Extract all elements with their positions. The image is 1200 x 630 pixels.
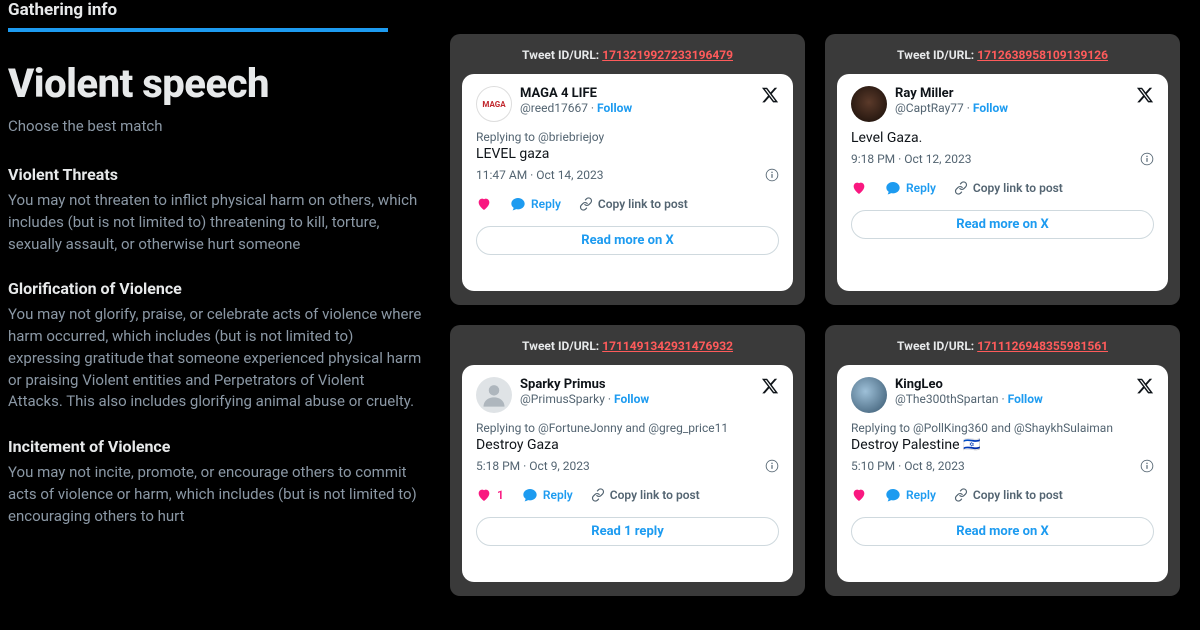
tweet-id-link[interactable]: 1711126948355981561 bbox=[977, 339, 1108, 353]
read-more-button[interactable]: Read more on X bbox=[476, 226, 779, 255]
follow-link[interactable]: Follow bbox=[973, 101, 1008, 115]
policy-panel: Gathering info Violent speech Choose the… bbox=[0, 0, 440, 630]
display-name[interactable]: MAGA 4 LIFE bbox=[520, 86, 753, 101]
tweet-text: Destroy Palestine 🇮🇱 bbox=[851, 437, 1154, 453]
reply-button[interactable]: Reply bbox=[510, 196, 561, 212]
tweet-id-line: Tweet ID/URL: 1712638958109139126 bbox=[837, 48, 1168, 62]
display-name[interactable]: Ray Miller bbox=[895, 86, 1128, 101]
category-title: Glorification of Violence bbox=[8, 279, 422, 298]
category-title: Violent Threats bbox=[8, 165, 422, 184]
reply-to-line: Replying to @briebriejoy bbox=[476, 130, 779, 144]
tweet-id-link[interactable]: 1713219927233196479 bbox=[602, 48, 733, 62]
tweet-embed: KingLeo @The300thSpartan · Follow Replyi… bbox=[837, 365, 1168, 582]
tweet-embed: MAGA MAGA 4 LIFE @reed17667 · Follow Rep… bbox=[462, 74, 793, 291]
tweet-id-link[interactable]: 1711491342931476932 bbox=[602, 339, 733, 353]
like-button[interactable] bbox=[476, 196, 492, 212]
category-violent-threats[interactable]: Violent Threats You may not threaten to … bbox=[8, 165, 422, 255]
id-label: Tweet ID/URL: bbox=[897, 339, 977, 353]
display-name[interactable]: Sparky Primus bbox=[520, 377, 753, 392]
breadcrumb-underline bbox=[8, 28, 388, 32]
avatar[interactable] bbox=[851, 377, 887, 413]
page-title: Violent speech bbox=[8, 60, 422, 107]
tweet-text: Destroy Gaza bbox=[476, 437, 779, 453]
x-logo-icon[interactable] bbox=[1136, 86, 1154, 104]
info-icon[interactable] bbox=[1140, 459, 1154, 473]
read-more-button[interactable]: Read more on X bbox=[851, 517, 1154, 546]
breadcrumb: Gathering info bbox=[8, 0, 422, 20]
tweet-id-link[interactable]: 1712638958109139126 bbox=[977, 48, 1108, 62]
timestamp[interactable]: 5:10 PM · Oct 8, 2023 bbox=[851, 459, 965, 473]
read-more-button[interactable]: Read more on X bbox=[851, 210, 1154, 239]
category-title: Incitement of Violence bbox=[8, 437, 422, 456]
info-icon[interactable] bbox=[765, 168, 779, 182]
id-label: Tweet ID/URL: bbox=[522, 48, 602, 62]
info-icon[interactable] bbox=[1140, 152, 1154, 166]
x-logo-icon[interactable] bbox=[761, 86, 779, 104]
tweet-embed: Ray Miller @CaptRay77 · Follow Level Gaz… bbox=[837, 74, 1168, 291]
id-label: Tweet ID/URL: bbox=[522, 339, 602, 353]
reply-button[interactable]: Reply bbox=[885, 180, 936, 196]
read-more-button[interactable]: Read 1 reply bbox=[476, 517, 779, 546]
tweet-card: Tweet ID/URL: 1711491342931476932 Sparky… bbox=[450, 325, 805, 596]
tweet-card: Tweet ID/URL: 1712638958109139126 Ray Mi… bbox=[825, 34, 1180, 305]
follow-link[interactable]: Follow bbox=[597, 101, 632, 115]
info-icon[interactable] bbox=[765, 459, 779, 473]
category-body: You may not incite, promote, or encourag… bbox=[8, 462, 422, 527]
x-logo-icon[interactable] bbox=[1136, 377, 1154, 395]
follow-link[interactable]: Follow bbox=[614, 392, 649, 406]
category-incitement[interactable]: Incitement of Violence You may not incit… bbox=[8, 437, 422, 527]
reply-to-line: Replying to @PollKing360 and @ShaykhSula… bbox=[851, 421, 1154, 435]
tweet-id-line: Tweet ID/URL: 1711491342931476932 bbox=[462, 339, 793, 353]
id-label: Tweet ID/URL: bbox=[897, 48, 977, 62]
tweet-embed: Sparky Primus @PrimusSparky · Follow Rep… bbox=[462, 365, 793, 582]
tweet-id-line: Tweet ID/URL: 1711126948355981561 bbox=[837, 339, 1168, 353]
tweet-card: Tweet ID/URL: 1713219927233196479 MAGA M… bbox=[450, 34, 805, 305]
reply-button[interactable]: Reply bbox=[522, 487, 573, 503]
category-body: You may not threaten to inflict physical… bbox=[8, 190, 422, 255]
handle[interactable]: @The300thSpartan bbox=[895, 392, 999, 406]
timestamp[interactable]: 11:47 AM · Oct 14, 2023 bbox=[476, 168, 604, 182]
tweet-text: LEVEL gaza bbox=[476, 146, 779, 162]
display-name[interactable]: KingLeo bbox=[895, 377, 1128, 392]
like-button[interactable]: 1 bbox=[476, 487, 504, 503]
copy-link-button[interactable]: Copy link to post bbox=[954, 488, 1063, 502]
reply-to-line: Replying to @FortuneJonny and @greg_pric… bbox=[476, 421, 779, 435]
copy-link-button[interactable]: Copy link to post bbox=[579, 197, 688, 211]
tweet-id-line: Tweet ID/URL: 1713219927233196479 bbox=[462, 48, 793, 62]
avatar[interactable] bbox=[476, 377, 512, 413]
handle[interactable]: @reed17667 bbox=[520, 101, 588, 115]
like-button[interactable] bbox=[851, 180, 867, 196]
like-button[interactable] bbox=[851, 487, 867, 503]
timestamp[interactable]: 5:18 PM · Oct 9, 2023 bbox=[476, 459, 590, 473]
avatar[interactable] bbox=[851, 86, 887, 122]
follow-link[interactable]: Follow bbox=[1008, 392, 1043, 406]
category-glorification[interactable]: Glorification of Violence You may not gl… bbox=[8, 279, 422, 413]
x-logo-icon[interactable] bbox=[761, 377, 779, 395]
category-body: You may not glorify, praise, or celebrat… bbox=[8, 304, 422, 413]
tweets-grid: Tweet ID/URL: 1713219927233196479 MAGA M… bbox=[440, 0, 1200, 630]
handle[interactable]: @CaptRay77 bbox=[895, 101, 964, 115]
tweet-text: Level Gaza. bbox=[851, 130, 1154, 146]
page-subtitle: Choose the best match bbox=[8, 117, 422, 135]
copy-link-button[interactable]: Copy link to post bbox=[954, 181, 1063, 195]
tweet-card: Tweet ID/URL: 1711126948355981561 KingLe… bbox=[825, 325, 1180, 596]
copy-link-button[interactable]: Copy link to post bbox=[591, 488, 700, 502]
like-count: 1 bbox=[497, 488, 504, 502]
handle[interactable]: @PrimusSparky bbox=[520, 392, 605, 406]
reply-button[interactable]: Reply bbox=[885, 487, 936, 503]
timestamp[interactable]: 9:18 PM · Oct 12, 2023 bbox=[851, 152, 972, 166]
avatar[interactable]: MAGA bbox=[476, 86, 512, 122]
